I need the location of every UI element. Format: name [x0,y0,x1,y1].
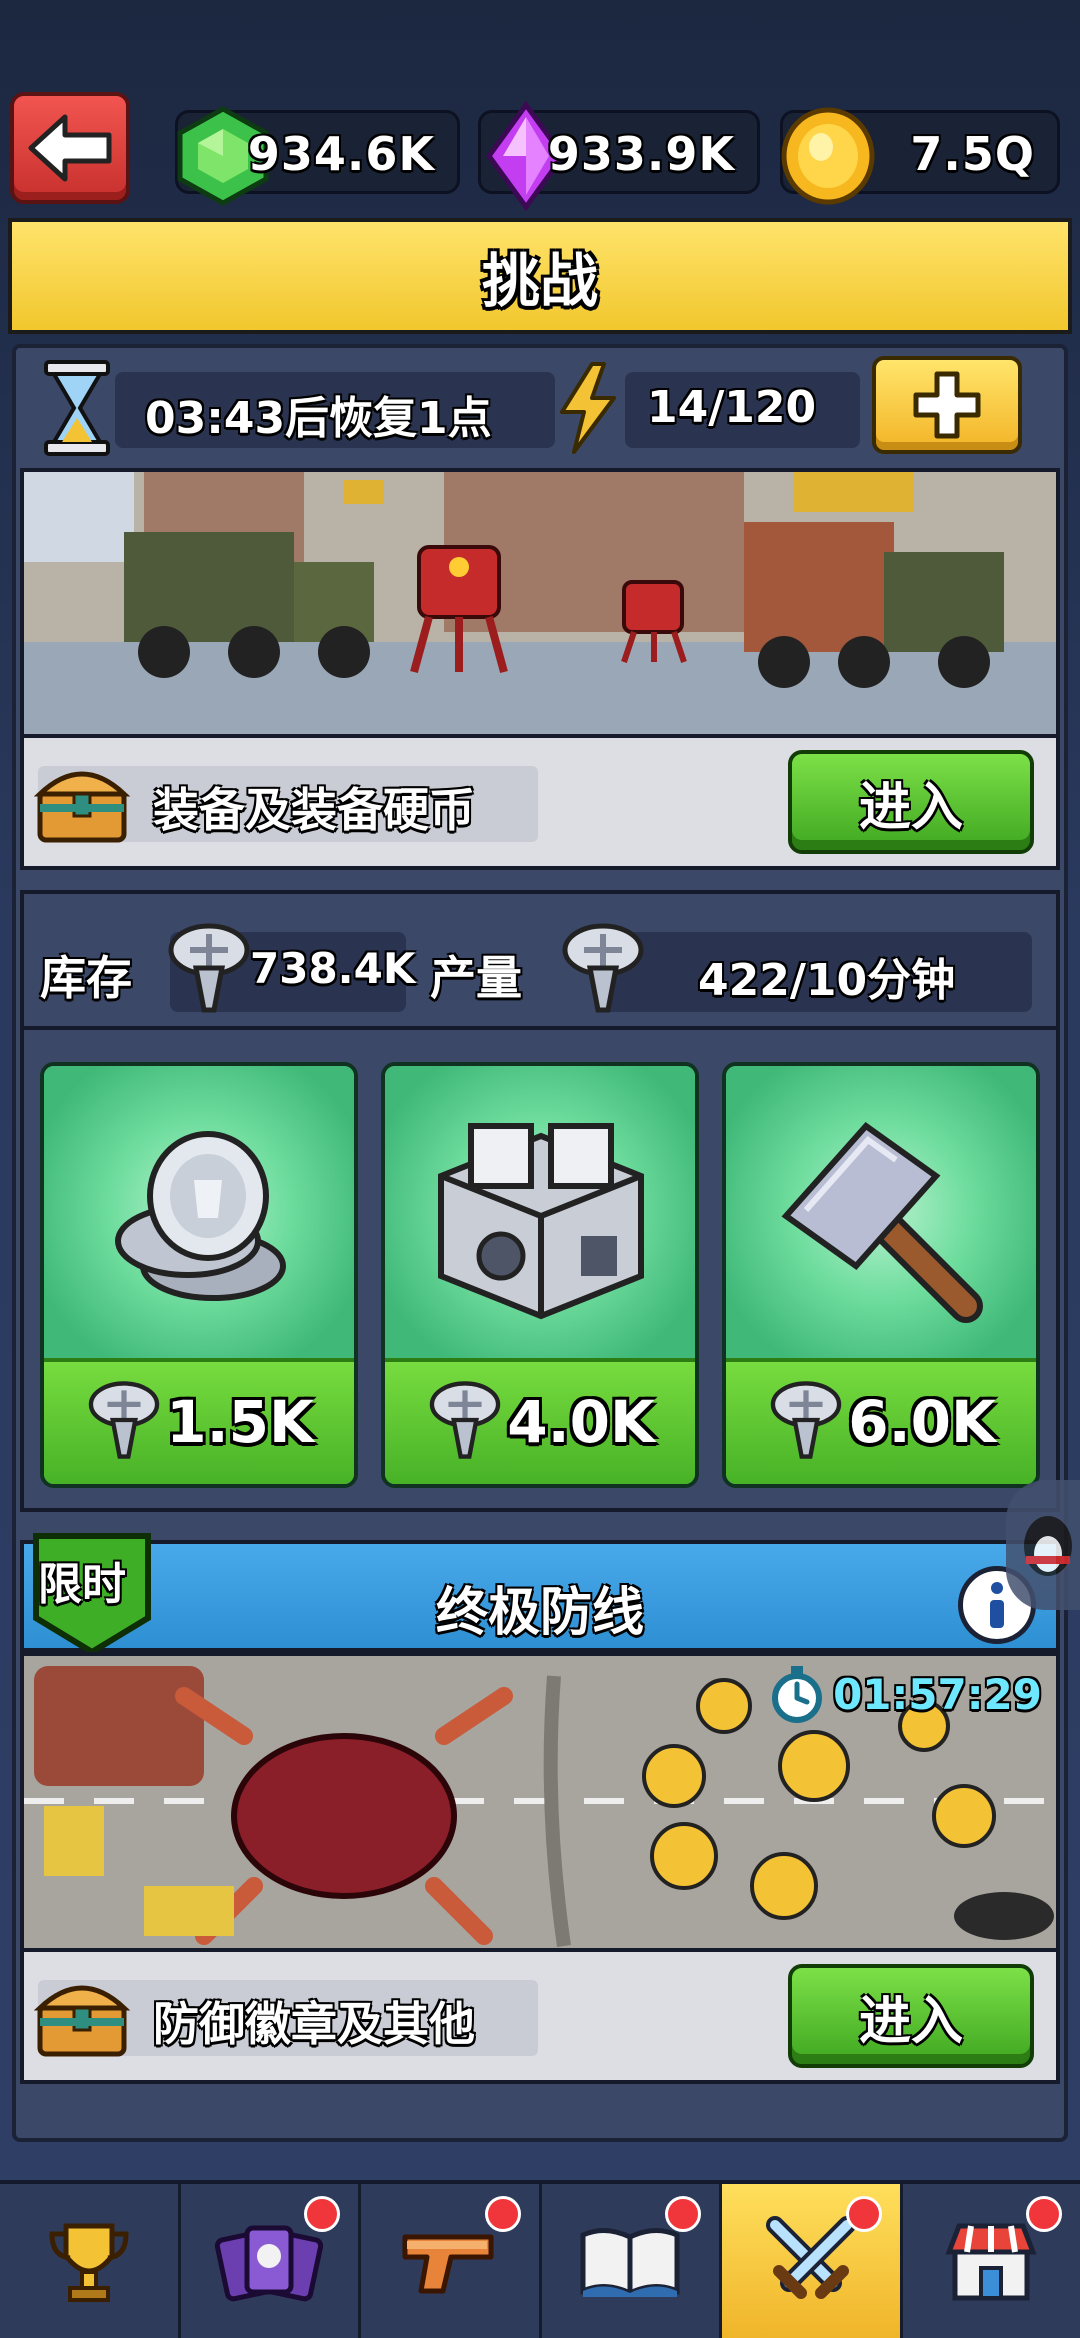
shop-card-metal-crate[interactable]: 4.0K [381,1062,699,1488]
emerald-counter: 934.6K [175,106,460,206]
gold-value: 7.5Q [910,127,1035,181]
shop-card-hammer[interactable]: 6.0K [722,1062,1040,1488]
notification-badge [304,2196,340,2232]
silver-coins-icon [115,1131,286,1301]
crossed-swords-icon [765,2216,856,2299]
trophy-icon [49,2223,129,2302]
pistol-icon [402,2234,494,2294]
notification-badge [845,2196,882,2232]
treasure-chest-icon [34,1985,130,2057]
price-silver-coins: 1.5K [166,1388,314,1456]
nav-book[interactable] [541,2184,722,2338]
defense-enter-label: 进入 [858,1991,963,2052]
limited-event-title: 终极防线 [435,1583,644,1643]
equipment-challenge-scene[interactable] [20,468,1060,738]
floating-chat-button[interactable] [1006,1480,1080,1610]
screw-icon [562,923,644,1013]
nav-challenge[interactable] [722,2184,903,2338]
notification-badge [665,2196,701,2232]
recovery-timer-text: 03:43后恢复1点 [145,393,492,444]
treasure-chest-icon [34,771,130,843]
nav-trophy[interactable] [0,2184,181,2338]
countdown-box: 01:57:29 [769,1664,1042,1724]
limited-tag: 限时 [32,1532,152,1656]
stock-label: 库存 [40,951,132,1005]
gold-coin-icon [781,107,875,205]
hammer-icon [781,1121,983,1323]
notification-badge [484,2196,521,2232]
back-button[interactable] [10,92,130,204]
equipment-reward-label-box: 装备及装备硬币 [34,766,538,843]
defense-reward-label: 防御徽章及其他 [153,1997,475,2051]
ultimate-defense-scene[interactable]: 01:57:29 [20,1652,1060,1952]
production-value: 422/10分钟 [698,955,956,1006]
plus-icon [913,371,981,439]
equipment-reward-label: 装备及装备硬币 [153,783,475,837]
screw-icon [429,1381,501,1459]
bottom-nav [0,2180,1080,2338]
limited-tag-label: 限时 [38,1559,126,1610]
price-hammer: 6.0K [848,1388,996,1456]
crystal-value: 933.9K [547,127,735,181]
defense-reward-label-box: 防御徽章及其他 [34,1980,538,2057]
equipment-enter-button[interactable]: 进入 [788,750,1034,854]
nav-weapons[interactable] [361,2184,542,2338]
production-label: 产量 [430,951,522,1005]
energy-bar: 14/120 [625,372,860,448]
screw-icon [88,1381,160,1459]
equipment-reward-row: 装备及装备硬币 进入 [20,738,1060,870]
penguin-icon [1024,1516,1072,1576]
shop-icon [945,2223,1037,2301]
nav-cards[interactable] [180,2184,361,2338]
defense-enter-button[interactable]: 进入 [788,1964,1034,2068]
add-energy-button[interactable] [872,356,1022,454]
warehouse-trucks-scene [24,472,1056,734]
crystal-counter: 933.9K [478,101,760,211]
countdown-timer: 01:57:29 [833,1669,1042,1719]
back-arrow-icon [28,114,112,182]
timer-bar: 03:43后恢复1点 [115,372,555,448]
screw-icon [168,923,250,1013]
equipment-enter-label: 进入 [858,777,963,838]
page-title-banner: 挑战 [8,218,1072,334]
screw-icon [770,1381,842,1459]
notification-badge [1026,2196,1062,2232]
shop-card-silver-coins[interactable]: 1.5K [40,1062,358,1488]
price-metal-crate: 4.0K [507,1388,655,1456]
hourglass-icon [44,360,110,456]
page-title: 挑战 [481,247,598,315]
limited-event-header: 终极防线 [20,1540,1060,1652]
energy-count: 14/120 [647,382,817,433]
metal-crate-icon [438,1123,644,1320]
stopwatch-icon [772,1666,823,1723]
stock-value: 738.4K [250,944,416,993]
defense-reward-row: 防御徽章及其他 进入 [20,1952,1060,2084]
emerald-value: 934.6K [247,127,435,181]
cards-icon [215,2225,324,2302]
gold-counter: 7.5Q [780,107,1060,205]
book-icon [580,2228,680,2297]
lightning-icon [560,362,616,454]
nav-shop[interactable] [902,2184,1080,2338]
